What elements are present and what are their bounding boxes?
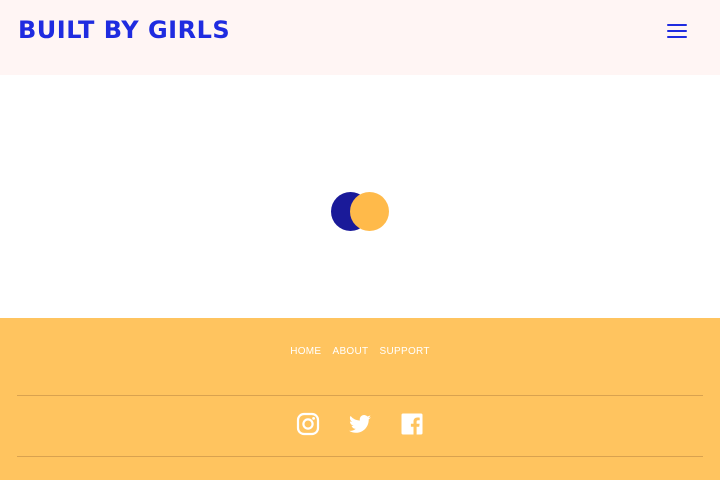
site-logo[interactable]: BUILT BY GIRLS xyxy=(18,14,230,46)
footer-link-about[interactable]: ABOUT xyxy=(332,346,368,357)
footer-divider xyxy=(17,456,703,457)
instagram-icon[interactable] xyxy=(296,412,320,436)
menu-line xyxy=(667,30,687,32)
hamburger-menu-icon[interactable] xyxy=(664,19,690,43)
site-footer: HOME ABOUT SUPPORT xyxy=(0,318,720,480)
site-header: BUILT BY GIRLS xyxy=(0,0,720,75)
menu-line xyxy=(667,36,687,38)
facebook-icon[interactable] xyxy=(400,412,424,436)
footer-link-home[interactable]: HOME xyxy=(290,346,321,357)
footer-link-support[interactable]: SUPPORT xyxy=(380,346,430,357)
loading-spinner-icon xyxy=(330,191,390,233)
page: BUILT BY GIRLS HOME ABOUT SUPPORT xyxy=(0,0,720,480)
footer-nav: HOME ABOUT SUPPORT xyxy=(0,345,720,359)
loader-dot-light xyxy=(350,192,389,231)
footer-divider xyxy=(17,395,703,396)
menu-line xyxy=(667,24,687,26)
twitter-icon[interactable] xyxy=(348,412,372,436)
